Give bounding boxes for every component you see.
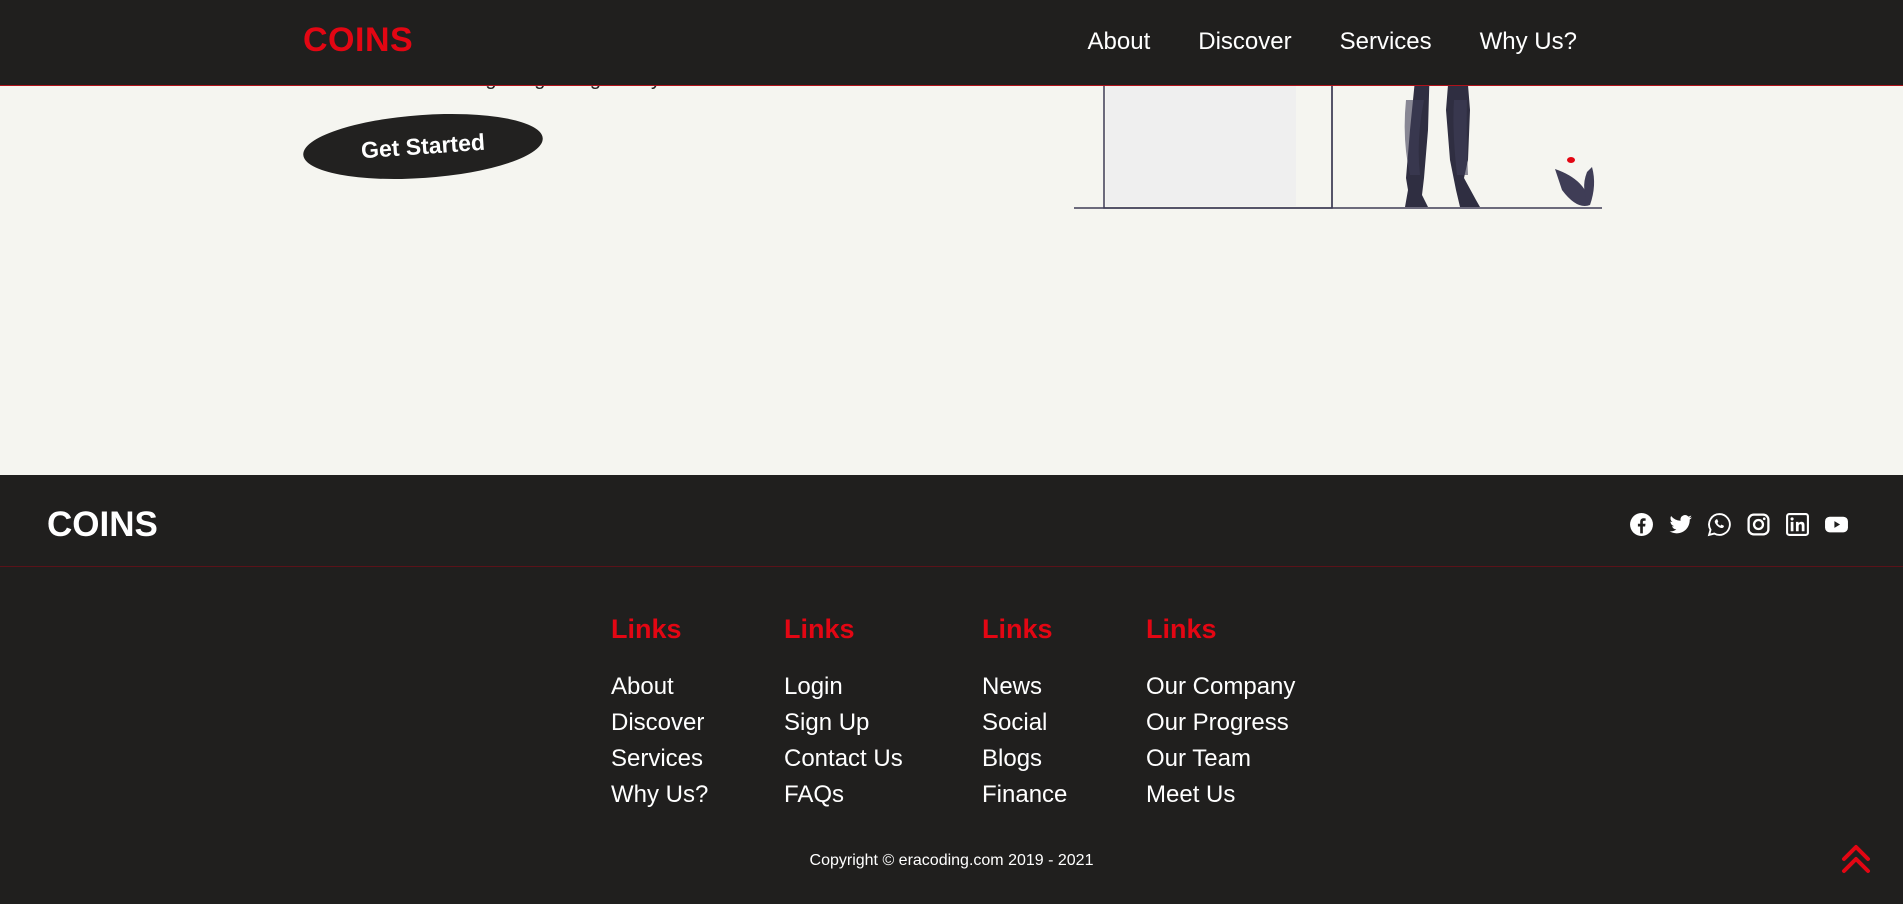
footer-link-contact-us[interactable]: Contact Us [784,741,903,777]
main-nav: About Discover Services Why Us? [1088,28,1577,56]
footer-link-login[interactable]: Login [784,669,903,705]
footer-link-services[interactable]: Services [611,741,708,777]
get-started-button[interactable]: Get Started [301,106,545,187]
nav-link-about[interactable]: About [1088,28,1151,56]
footer-link-our-company[interactable]: Our Company [1146,669,1295,705]
footer-logo[interactable]: COINS [47,505,158,545]
footer-link-blogs[interactable]: Blogs [982,741,1067,777]
footer-column-1: Links About Discover Services Why Us? [611,614,708,813]
column-title: Links [1146,614,1217,644]
footer-link-meet-us[interactable]: Meet Us [1146,777,1295,813]
footer-link-why-us[interactable]: Why Us? [611,777,708,813]
navbar: COINS About Discover Services Why Us? [0,0,1903,86]
youtube-icon[interactable] [1824,512,1849,537]
footer-top-bar: COINS [0,475,1903,567]
footer-link-about[interactable]: About [611,669,708,705]
social-links [1629,512,1849,537]
twitter-icon[interactable] [1668,512,1693,537]
footer-link-faqs[interactable]: FAQs [784,777,903,813]
column-title: Links [611,614,682,644]
footer-link-discover[interactable]: Discover [611,705,708,741]
nav-link-services[interactable]: Services [1340,28,1432,56]
linkedin-icon[interactable] [1785,512,1810,537]
footer-link-social[interactable]: Social [982,705,1067,741]
brand-logo[interactable]: COINS [303,21,413,60]
copyright-text: Copyright © eracoding.com 2019 - 2021 [809,852,1094,869]
footer-column-4: Links Our Company Our Progress Our Team … [1146,614,1295,813]
footer-link-news[interactable]: News [982,669,1067,705]
footer-link-our-progress[interactable]: Our Progress [1146,705,1295,741]
whatsapp-icon[interactable] [1707,512,1732,537]
nav-link-discover[interactable]: Discover [1198,28,1291,56]
instagram-icon[interactable] [1746,512,1771,537]
column-title: Links [982,614,1053,644]
facebook-icon[interactable] [1629,512,1654,537]
footer-link-our-team[interactable]: Our Team [1146,741,1295,777]
column-title: Links [784,614,855,644]
footer-link-sign-up[interactable]: Sign Up [784,705,903,741]
footer: COINS Links About Discover Services Why … [0,475,1903,904]
footer-column-2: Links Login Sign Up Contact Us FAQs [784,614,903,813]
footer-link-finance[interactable]: Finance [982,777,1067,813]
nav-link-why-us[interactable]: Why Us? [1480,28,1577,56]
scroll-to-top-icon[interactable] [1841,843,1871,875]
footer-column-3: Links News Social Blogs Finance [982,614,1067,813]
